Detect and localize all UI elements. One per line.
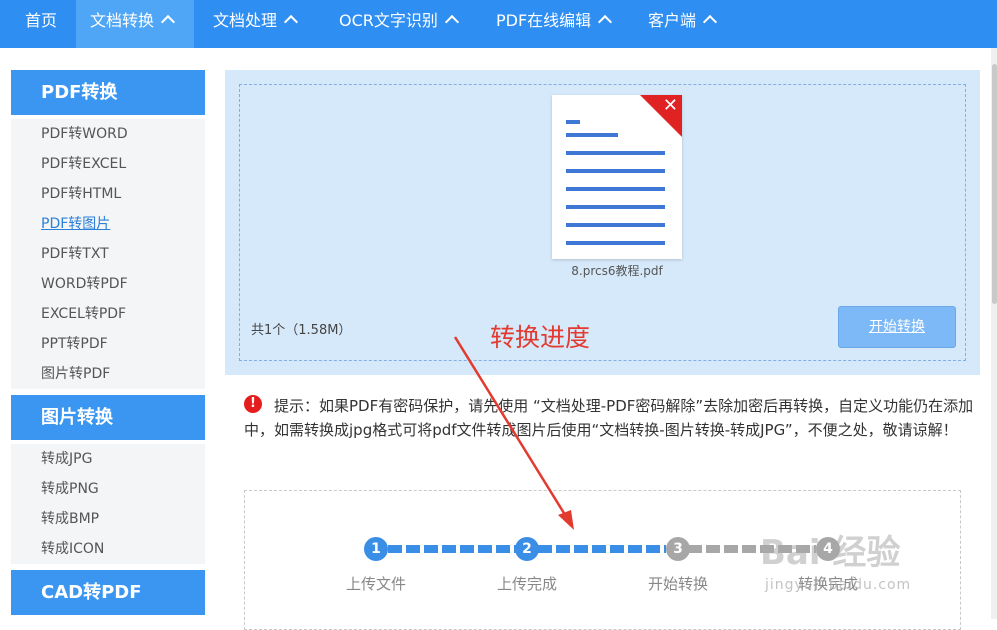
chevron-up-icon [160,14,176,30]
file-thumbnail: ✕ [552,95,682,259]
step-2-indicator: 2 [515,537,539,561]
baidu-watermark: Bai 经验 [760,533,901,573]
sidebar-section-cad-to-pdf: CAD转PDF [11,570,205,615]
document-line [566,151,665,155]
document-line [566,205,665,209]
top-navigation: 首页 文档转换 文档处理 OCR文字识别 PDF在线编辑 客户端 [0,0,997,48]
file-name: 8.prcs6教程.pdf [571,264,663,278]
chevron-up-icon [444,14,459,30]
step-2-label: 上传完成 [496,575,557,593]
nav-item-label: 文档转换 [90,11,155,30]
chevron-up-icon [598,14,613,30]
sidebar-item-pdf-to-txt[interactable]: PDF转TXT [11,239,205,269]
sidebar-item-to-jpg[interactable]: 转成JPG [11,444,205,474]
sidebar-section-image-convert: 图片转换 [11,395,205,440]
alert-icon: ! [244,395,262,413]
sidebar-item-pdf-to-html[interactable]: PDF转HTML [11,179,205,209]
document-line [566,133,618,137]
baidu-watermark-url: jingyan.baidu.com [765,577,912,593]
upload-drop-zone[interactable]: ✕ 8.prcs6教程.pdf 共1个（1.58M） 开始转换 [239,84,966,361]
sidebar-item-pdf-to-image[interactable]: PDF转图片 [11,209,205,239]
chevron-up-icon [702,14,718,30]
sidebar-item-to-icon[interactable]: 转成ICON [11,534,205,564]
document-line [566,187,665,191]
tip-text: 提示：如果PDF有密码保护，请先使用 “文档处理-PDF密码解除”去除加密后再转… [244,397,974,439]
step-1-label: 上传文件 [345,575,406,593]
sidebar-section-pdf-convert: PDF转换 [11,70,205,115]
sidebar-item-word-to-pdf[interactable]: WORD转PDF [11,269,205,299]
sidebar-item-ppt-to-pdf[interactable]: PPT转PDF [11,329,205,359]
document-line [566,120,580,124]
sidebar-item-image-to-pdf[interactable]: 图片转PDF [11,359,205,389]
progress-segment-1 [388,545,516,553]
sidebar-item-excel-to-pdf[interactable]: EXCEL转PDF [11,299,205,329]
nav-item-label: 首页 [25,11,58,30]
nav-item-doc-process[interactable]: 文档处理 [199,0,321,48]
close-icon[interactable]: ✕ [663,96,678,116]
nav-item-label: 文档处理 [213,11,278,30]
sidebar-list-image-convert: 转成JPG 转成PNG 转成BMP 转成ICON [11,444,205,564]
upload-panel: ✕ 8.prcs6教程.pdf 共1个（1.58M） 开始转换 [225,70,980,375]
nav-item-label: PDF在线编辑 [496,11,592,30]
document-line [566,223,665,227]
sidebar-item-to-bmp[interactable]: 转成BMP [11,504,205,534]
document-line [566,169,665,173]
file-count: 共1个（1.58M） [251,323,352,338]
sidebar-item-pdf-to-excel[interactable]: PDF转EXCEL [11,149,205,179]
step-1-indicator: 1 [364,537,388,561]
nav-item-ocr[interactable]: OCR文字识别 [325,0,475,48]
sidebar-item-to-png[interactable]: 转成PNG [11,474,205,504]
sidebar-list-pdf-convert: PDF转WORD PDF转EXCEL PDF转HTML PDF转图片 PDF转T… [11,119,205,389]
progress-segment-2 [538,545,666,553]
nav-item-doc-convert[interactable]: 文档转换 [76,0,194,48]
chevron-up-icon [283,14,299,30]
nav-item-label: OCR文字识别 [339,11,438,30]
scrollbar-thumb[interactable] [992,64,997,304]
document-line [566,241,665,245]
nav-item-label: 客户端 [648,11,697,30]
sidebar-item-pdf-to-word[interactable]: PDF转WORD [11,119,205,149]
step-3-label: 开始转换 [647,575,708,593]
start-convert-button[interactable]: 开始转换 [838,306,956,348]
nav-item-client[interactable]: 客户端 [634,0,734,48]
nav-item-home[interactable]: 首页 [11,0,76,48]
nav-item-pdf-edit[interactable]: PDF在线编辑 [482,0,627,48]
annotation-label: 转换进度 [490,323,591,352]
step-3-indicator: 3 [666,537,690,561]
